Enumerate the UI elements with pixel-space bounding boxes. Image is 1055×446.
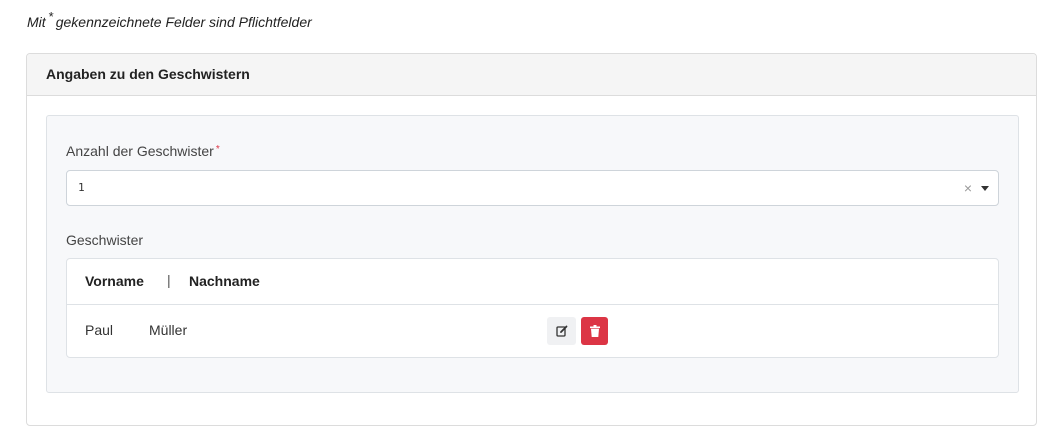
siblings-count-value: 1 [78, 181, 85, 194]
note-star: * [48, 9, 54, 24]
cell-nachname: Müller [149, 322, 188, 338]
cell-vorname: Paul [85, 322, 114, 338]
clear-icon[interactable]: × [964, 179, 972, 197]
siblings-table-label: Geschwister [66, 232, 143, 248]
column-header-nachname[interactable]: Nachname [189, 273, 260, 289]
column-separator: | [167, 272, 171, 288]
siblings-table: Vorname | Nachname Paul Müller [66, 258, 999, 358]
siblings-count-label-text: Anzahl der Geschwister [66, 143, 214, 159]
table-row: Paul Müller [67, 305, 998, 357]
siblings-table-label-text: Geschwister [66, 232, 144, 248]
delete-button[interactable] [581, 317, 608, 345]
siblings-count-label: Anzahl der Geschwister * [66, 143, 220, 159]
note-prefix: Mit [27, 14, 46, 30]
column-header-vorname[interactable]: Vorname [85, 273, 144, 289]
siblings-count-select[interactable]: 1 × [66, 170, 999, 206]
card-header: Angaben zu den Geschwistern [27, 54, 1036, 96]
caret-down-icon[interactable] [981, 186, 989, 191]
siblings-panel: Anzahl der Geschwister * 1 × Geschwister … [46, 115, 1019, 393]
edit-icon [555, 325, 567, 337]
required-marker: * [215, 144, 220, 155]
table-header: Vorname | Nachname [67, 259, 998, 305]
trash-icon [589, 325, 600, 337]
card-title: Angaben zu den Geschwistern [46, 66, 250, 82]
edit-button[interactable] [547, 317, 576, 345]
siblings-card: Angaben zu den Geschwistern Anzahl der G… [26, 53, 1037, 426]
note-suffix: gekennzeichnete Felder sind Pflichtfelde… [55, 14, 312, 30]
required-fields-note: Mit * gekennzeichnete Felder sind Pflichtf… [27, 9, 312, 30]
